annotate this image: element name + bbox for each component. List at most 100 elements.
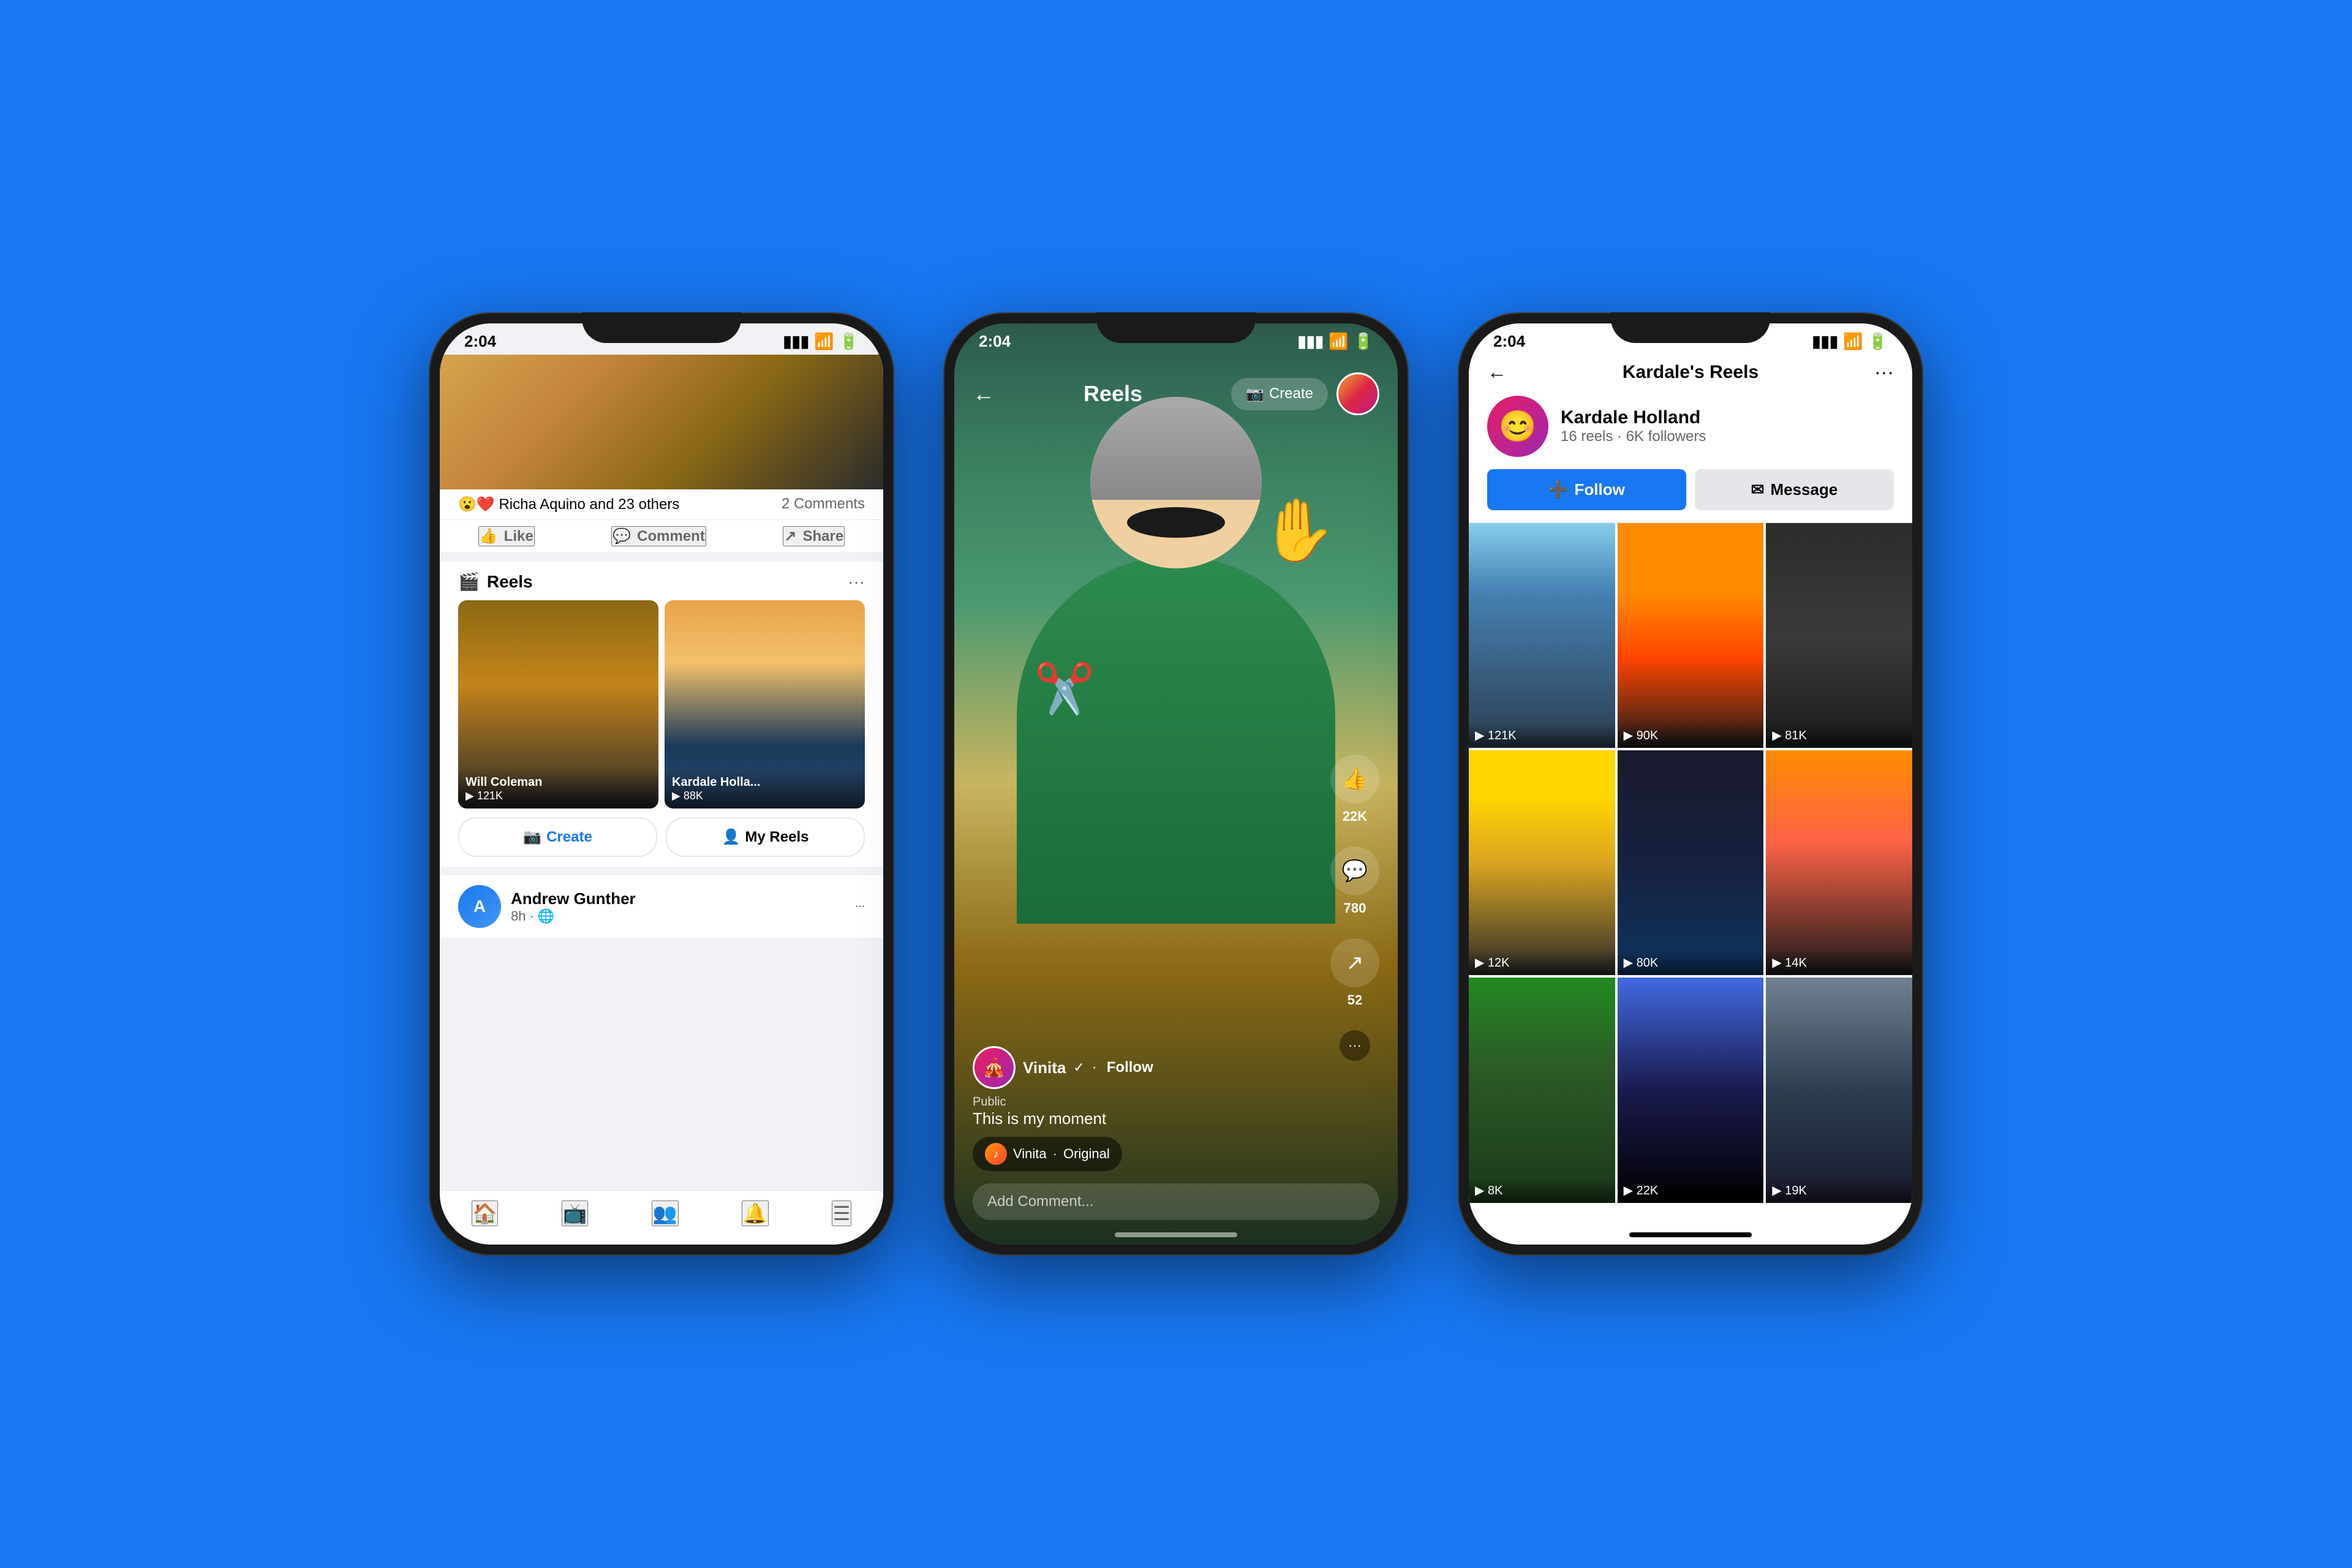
comment-count: 780 — [1344, 900, 1366, 916]
profile-back-button[interactable]: ← — [1487, 361, 1507, 383]
more-icon-reel: ··· — [1340, 1030, 1370, 1061]
reel-creator-name: Vinita — [1023, 1058, 1066, 1077]
profile-details: Kardale Holland 16 reels · 6K followers — [1561, 407, 1706, 445]
nav-home[interactable]: 🏠 — [472, 1200, 499, 1226]
profile-reel-views-1: ▶ 121K — [1475, 728, 1609, 743]
profile-reel-2[interactable]: ▶ 90K — [1618, 523, 1764, 748]
profile-reel-8[interactable]: ▶ 22K — [1618, 978, 1764, 1202]
dot-separator: · — [1092, 1059, 1097, 1076]
follow-button-reel[interactable]: Follow — [1107, 1059, 1153, 1076]
profile-reel-views-6: ▶ 14K — [1772, 955, 1906, 970]
like-icon: 👍 — [480, 527, 498, 545]
comment-icon-reel: 💬 — [1330, 846, 1379, 895]
my-reels-label: My Reels — [745, 829, 809, 846]
my-reels-button[interactable]: 👤 My Reels — [666, 817, 865, 857]
profile-reel-views-2: ▶ 90K — [1624, 728, 1758, 743]
signal-icon-1: ▮▮▮ — [783, 332, 809, 351]
reel-creator-1: Will Coleman — [466, 775, 651, 790]
profile-reels-grid: ▶ 121K ▶ 90K ▶ 81K — [1469, 523, 1912, 1203]
reels-actions: 📷 Create 👤 My Reels — [458, 817, 865, 857]
post-privacy-icon: 🌐 — [538, 908, 554, 924]
reel-visibility: Public — [973, 1095, 1306, 1109]
reel-create-button[interactable]: 📷 Create — [1231, 378, 1328, 410]
wifi-icon-2: 📶 — [1329, 332, 1348, 351]
post-more-icon[interactable]: ··· — [855, 901, 865, 912]
create-label: Create — [546, 829, 592, 846]
nav-notifications[interactable]: 🔔 — [742, 1200, 769, 1226]
share-action[interactable]: ↗ 52 — [1330, 938, 1379, 1008]
wifi-icon-3: 📶 — [1843, 332, 1863, 351]
reel-comment-input[interactable]: Add Comment... — [973, 1183, 1379, 1220]
reel-back-button[interactable]: ← — [973, 381, 995, 407]
home-indicator-3 — [1629, 1232, 1752, 1237]
profile-reel-9[interactable]: ▶ 19K — [1766, 978, 1912, 1202]
reels-more-icon[interactable]: ··· — [848, 572, 865, 592]
comment-button[interactable]: 💬 Comment — [611, 526, 706, 546]
reel-card-1[interactable]: Will Coleman ▶ 121K — [458, 600, 658, 809]
follow-icon: ➕ — [1548, 480, 1568, 499]
profile-reel-views-8: ▶ 22K — [1624, 1183, 1758, 1198]
profile-reel-views-5: ▶ 80K — [1624, 955, 1758, 970]
profile-reel-4[interactable]: ▶ 12K — [1469, 750, 1615, 975]
comment-icon: 💬 — [612, 527, 631, 545]
post-privacy: · — [529, 908, 533, 924]
message-button-profile[interactable]: ✉ Message — [1695, 469, 1894, 510]
profile-reel-5[interactable]: ▶ 80K — [1618, 750, 1764, 975]
profile-info: 😊 Kardale Holland 16 reels · 6K follower… — [1487, 396, 1894, 457]
profile-reel-6[interactable]: ▶ 14K — [1766, 750, 1912, 975]
reel-card-2[interactable]: Kardale Holla... ▶ 88K — [665, 600, 865, 809]
reel-creator-2: Kardale Holla... — [672, 775, 858, 790]
post-username: Andrew Gunther — [511, 889, 845, 908]
profile-page-title: Kardale's Reels — [1623, 362, 1758, 383]
reel-profile-avatar[interactable] — [1336, 372, 1379, 415]
profile-nav: ← Kardale's Reels ··· — [1487, 355, 1894, 396]
like-button[interactable]: 👍 Like — [478, 526, 535, 546]
nav-groups[interactable]: 👥 — [652, 1200, 679, 1226]
reel-music-pill[interactable]: ♪ Vinita · Original — [973, 1137, 1122, 1171]
signal-icon-3: ▮▮▮ — [1812, 332, 1838, 351]
profile-reel-3[interactable]: ▶ 81K — [1766, 523, 1912, 748]
reaction-text: Richa Aquino and 23 others — [499, 496, 679, 513]
like-action[interactable]: 👍 22K — [1330, 755, 1379, 824]
comment-action[interactable]: 💬 780 — [1330, 846, 1379, 916]
music-title: Original — [1063, 1146, 1110, 1162]
like-label: Like — [504, 528, 533, 545]
follow-label: Follow — [1575, 480, 1625, 499]
like-icon-reel: 👍 — [1330, 755, 1379, 804]
reel-creator-avatar[interactable]: 🎪 — [973, 1046, 1016, 1089]
profile-reel-7[interactable]: ▶ 8K — [1469, 978, 1615, 1202]
share-icon: ↗ — [784, 527, 796, 545]
music-disc-icon: ♪ — [985, 1143, 1007, 1165]
share-icon-reel: ↗ — [1330, 938, 1379, 987]
phone-2: ✋ ✂️ 2:04 ▮▮▮ 📶 🔋 ← Reels — [943, 312, 1409, 1256]
notch-2 — [1096, 312, 1256, 343]
time-3: 2:04 — [1493, 332, 1525, 351]
my-reels-icon: 👤 — [722, 828, 741, 846]
post-time: 8h — [511, 908, 526, 924]
profile-reel-views-3: ▶ 81K — [1772, 728, 1906, 743]
create-camera-icon: 📷 — [523, 828, 541, 846]
nav-video[interactable]: 📺 — [562, 1200, 589, 1226]
create-reel-button[interactable]: 📷 Create — [458, 817, 657, 857]
share-button[interactable]: ↗ Share — [783, 526, 845, 546]
home-indicator-2 — [1115, 1232, 1237, 1237]
reels-title: 🎬 Reels — [458, 571, 533, 592]
post-meta: 8h · 🌐 — [511, 908, 845, 924]
profile-more-button[interactable]: ··· — [1874, 361, 1894, 383]
nav-menu[interactable]: ☰ — [832, 1200, 852, 1226]
post-avatar: A — [458, 885, 501, 928]
wifi-icon-1: 📶 — [814, 332, 834, 351]
more-action[interactable]: ··· — [1340, 1030, 1370, 1061]
verified-icon: ✓ — [1073, 1060, 1084, 1076]
reel-views-1: ▶ 121K — [466, 790, 651, 802]
reaction-comments: 2 Comments — [782, 496, 865, 513]
follow-button-profile[interactable]: ➕ Follow — [1487, 469, 1686, 510]
feed-image — [440, 355, 883, 489]
profile-reel-1[interactable]: ▶ 121K — [1469, 523, 1615, 748]
profile-avatar-large: 😊 — [1487, 396, 1548, 457]
reaction-row: 😮❤️ Richa Aquino and 23 others 2 Comment… — [440, 489, 883, 519]
profile-stats: 16 reels · 6K followers — [1561, 428, 1706, 445]
reels-section: 🎬 Reels ··· Will Coleman ▶ 121K — [440, 562, 883, 867]
reel-creator-info: 🎪 Vinita ✓ · Follow Public This is my mo… — [954, 1046, 1324, 1171]
reel-player-header: ← Reels 📷 Create — [954, 372, 1398, 415]
